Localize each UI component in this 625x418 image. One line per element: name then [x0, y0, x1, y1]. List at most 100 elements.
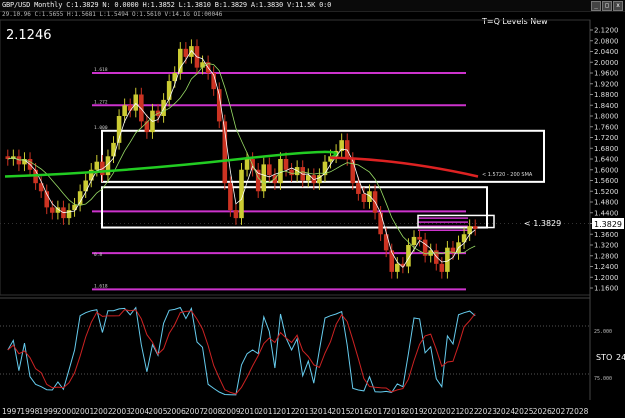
price-tick-label: 1.7600 [594, 123, 619, 131]
price-tick-label: 1.6800 [594, 145, 619, 153]
fib-label: 1.272 [94, 99, 108, 105]
sma-label: < 1.5720 - 200 SMA [482, 172, 533, 178]
candle-body [178, 48, 183, 73]
price-tick-label: 1.3600 [594, 231, 619, 239]
price-tick-label: 1.9200 [594, 80, 619, 88]
year-label: 2010 [240, 407, 259, 416]
candle-body [411, 236, 417, 245]
year-label: 2022 [460, 407, 479, 416]
candle-body [356, 183, 361, 194]
candle-body [389, 250, 395, 272]
year-label: 2011 [258, 407, 277, 416]
year-label: 2027 [551, 407, 570, 416]
candle-body [261, 164, 267, 192]
price-tick-label: 2.1200 [594, 27, 619, 35]
candle-body [111, 142, 116, 157]
last-price-label: < 1.3829 [524, 219, 561, 228]
year-label: 1999 [39, 407, 58, 416]
candle-body [161, 99, 166, 116]
candle-body [94, 161, 100, 170]
year-label: 2003 [112, 407, 131, 416]
year-label: 2018 [386, 407, 405, 416]
candle-body [378, 212, 383, 235]
year-label: 2016 [350, 407, 369, 416]
year-label: 2005 [148, 407, 167, 416]
price-tick-label: 1.2400 [594, 263, 619, 271]
year-label: 2008 [203, 407, 222, 416]
price-tick-label: 1.4400 [594, 209, 619, 217]
price-tick-label: 2.0800 [594, 37, 619, 45]
candle-body [228, 183, 233, 211]
candle-body [283, 159, 289, 170]
candle-body [233, 210, 239, 219]
price-tick-label: 1.7200 [594, 134, 619, 142]
candle-body [472, 226, 478, 229]
year-label: 2007 [185, 407, 204, 416]
year-label: 2012 [277, 407, 296, 416]
osc-lower-level-label: 75.000 [594, 376, 612, 382]
osc-upper-level-label: 25.000 [594, 329, 612, 335]
price-tick-label: 2.0400 [594, 48, 619, 56]
year-label: 2002 [94, 407, 113, 416]
year-label: 1998 [20, 407, 39, 416]
price-tick-label: 1.5600 [594, 177, 619, 185]
year-label: 2020 [423, 407, 442, 416]
price-tick-label: 1.5200 [594, 188, 619, 196]
price-tick-label: 1.9600 [594, 70, 619, 78]
year-label: 2004 [130, 407, 149, 416]
candle-body [417, 236, 422, 240]
candle-body [72, 204, 77, 211]
price-tick-label: 1.8800 [594, 91, 619, 99]
fib-label: 1.618 [94, 283, 108, 289]
candle-body [367, 191, 372, 202]
price-tick-label: 1.3200 [594, 242, 619, 250]
candle-body [361, 193, 367, 202]
oscillator-label: STO [596, 353, 612, 362]
fib-label: 1.618 [94, 67, 108, 73]
price-tick-label: 1.6400 [594, 156, 619, 164]
price-chart[interactable]: 1.6181.2721.0000.81.618 2.12002.08002.04… [0, 0, 625, 418]
year-label: 2000 [57, 407, 76, 416]
candle-body [139, 94, 144, 122]
year-label: 2001 [75, 407, 94, 416]
year-label: 2013 [295, 407, 314, 416]
year-label: 1997 [2, 407, 21, 416]
price-tick-label: 1.4800 [594, 199, 619, 207]
price-tick-label: 1.2000 [594, 274, 619, 282]
year-label: 2026 [533, 407, 552, 416]
candle-body [383, 234, 389, 251]
year-label: 2015 [331, 407, 350, 416]
candle-body [189, 46, 194, 57]
candle-body [395, 263, 400, 272]
price-tick-label: 1.1600 [594, 285, 619, 293]
oscillator-level-label: 24 [616, 353, 625, 362]
year-label: 2023 [478, 407, 497, 416]
year-label: 2009 [222, 407, 241, 416]
year-label: 2017 [368, 407, 387, 416]
year-label: 2006 [167, 407, 186, 416]
year-label: 2025 [514, 407, 533, 416]
candle-body [144, 121, 150, 133]
last-price-box-value: 1.3829 [594, 220, 622, 229]
price-tick-label: 1.8000 [594, 113, 619, 121]
price-tick-label: 2.0000 [594, 59, 619, 67]
candle-body [50, 207, 55, 213]
year-label: 2014 [313, 407, 332, 416]
stoch-d-line [7, 309, 476, 395]
fib-label: 0.8 [94, 252, 102, 258]
candle-body [133, 94, 139, 111]
candle-body [16, 156, 22, 165]
candle-body [267, 164, 272, 176]
candle-body [122, 105, 127, 116]
year-label: 2024 [496, 407, 515, 416]
stoch-k-line [7, 306, 476, 396]
candle-body [166, 81, 172, 100]
year-label: 2019 [405, 407, 424, 416]
price-tick-label: 1.6000 [594, 166, 619, 174]
price-tick-label: 1.2800 [594, 252, 619, 260]
price-tick-label: 1.8400 [594, 102, 619, 110]
candle-body [350, 159, 356, 184]
year-label: 2028 [569, 407, 588, 416]
candle-body [244, 159, 250, 170]
year-label: 2021 [441, 407, 460, 416]
